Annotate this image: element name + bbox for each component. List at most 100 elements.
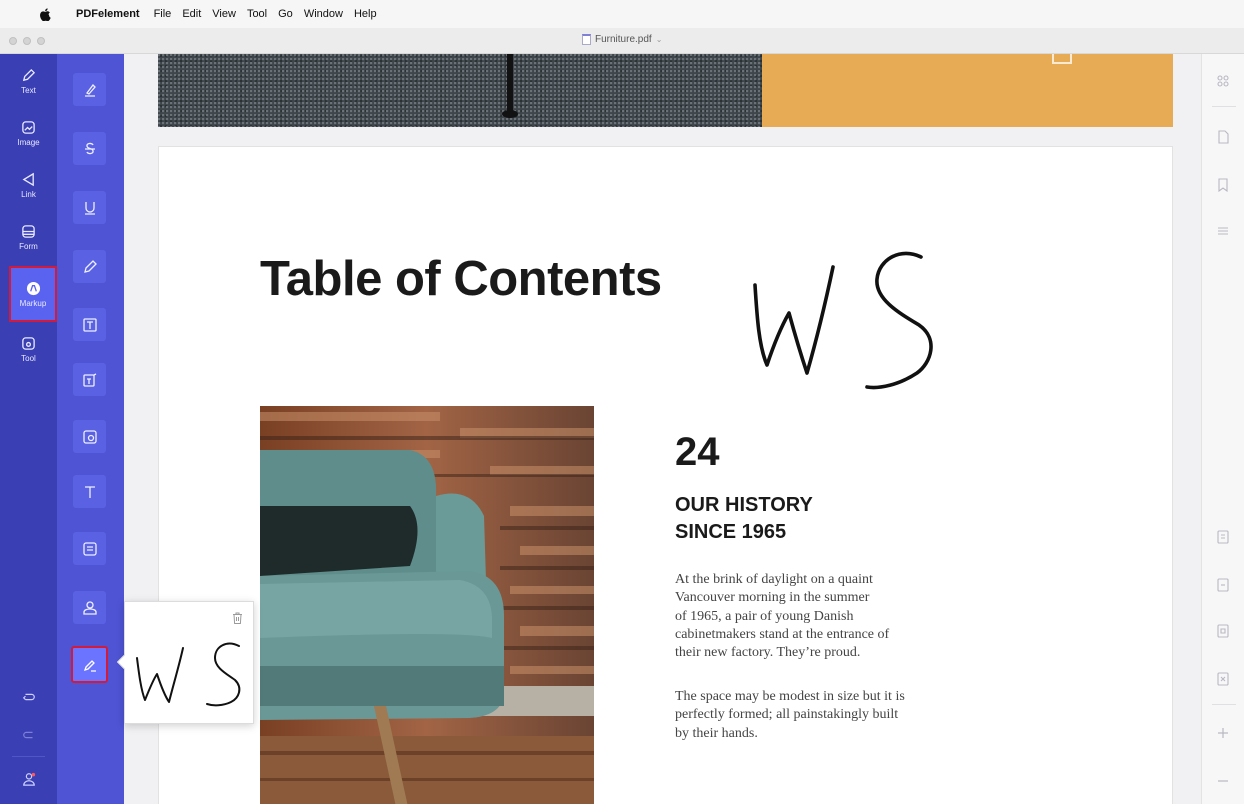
image-icon: [22, 120, 35, 134]
menu-help[interactable]: Help: [354, 8, 377, 20]
right-sidebar-divider: [1212, 704, 1236, 705]
signature-icon: [83, 659, 96, 672]
highlight-icon: [84, 83, 96, 97]
note-tool-button[interactable]: [73, 420, 106, 453]
menu-edit[interactable]: Edit: [182, 8, 201, 20]
account-button[interactable]: [0, 772, 57, 786]
typewriter-icon: [84, 485, 95, 498]
text-line: cabinetmakers stand at the entrance of: [675, 626, 890, 642]
strikethrough-tool-button[interactable]: [73, 132, 106, 165]
stamp-icon: [82, 541, 97, 556]
markup-icon: [26, 281, 40, 295]
stamp-user-tool-button[interactable]: [73, 591, 106, 624]
menu-view[interactable]: View: [212, 8, 236, 20]
text-line: their new factory. They’re proud.: [675, 645, 861, 661]
document-viewer[interactable]: Table of Contents 24 OUR HISTORY SINCE 1…: [124, 54, 1201, 804]
thumbnails-icon[interactable]: [1216, 74, 1230, 88]
sidebar-item-markup[interactable]: Markup: [9, 266, 57, 322]
text-line: by their hands.: [675, 725, 758, 741]
document-title-label: Furniture.pdf: [595, 34, 652, 45]
bookmark-icon[interactable]: [1216, 178, 1230, 192]
carpet-photo: [158, 54, 762, 127]
text-line: The space may be modest in size but it i…: [675, 689, 905, 704]
page-crop-icon[interactable]: [1216, 672, 1230, 686]
list-icon[interactable]: [1216, 224, 1230, 238]
markup-toolbar: [57, 54, 124, 804]
page-title: Table of Contents: [260, 252, 662, 306]
heading-line: OUR HISTORY: [675, 494, 813, 516]
saved-signature[interactable]: [131, 634, 251, 719]
page-insert-icon[interactable]: [1216, 578, 1230, 592]
pencil-tool-button[interactable]: [73, 250, 106, 283]
chevron-down-icon: ⌄: [655, 35, 663, 44]
note-icon: [82, 429, 97, 444]
apple-menu-icon[interactable]: [40, 7, 56, 21]
underline-icon: [84, 201, 95, 215]
sidebar-item-form[interactable]: Form: [0, 212, 57, 262]
sidebar-divider: [12, 756, 45, 757]
document-title[interactable]: Furniture.pdf ⌄: [582, 34, 662, 45]
user-icon: [22, 772, 35, 786]
sidebar-item-text[interactable]: Text: [0, 56, 57, 106]
signature-tool-button[interactable]: [71, 646, 108, 683]
typewriter-tool-button[interactable]: [73, 475, 106, 508]
sidebar-item-label: Link: [21, 189, 36, 199]
orange-panel: [762, 54, 1173, 127]
redo-button[interactable]: [0, 728, 57, 742]
menu-go[interactable]: Go: [278, 8, 293, 20]
zoom-in-icon[interactable]: [1216, 726, 1230, 740]
body-paragraph: At the brink of daylight on a quaint Van…: [675, 571, 955, 662]
text-line: perfectly formed; all painstakingly buil…: [675, 707, 899, 723]
page-extract-icon[interactable]: [1216, 530, 1230, 544]
textbox-icon: [82, 317, 97, 332]
pencil-icon: [22, 68, 36, 81]
app-window: PDFelement File Edit View Tool Go Window…: [0, 0, 1244, 804]
underline-tool-button[interactable]: [73, 191, 106, 224]
sofa-photo: [260, 406, 594, 804]
page-replace-icon[interactable]: [1216, 624, 1230, 638]
signature-annotation[interactable]: [749, 247, 1009, 412]
sidebar-item-label: Form: [19, 241, 38, 251]
title-bar: Furniture.pdf ⌄: [0, 28, 1244, 54]
pdf-file-icon: [582, 34, 591, 45]
callout-icon: [82, 372, 96, 387]
strikethrough-icon: [84, 142, 95, 154]
form-icon: [22, 224, 35, 238]
highlight-tool-button[interactable]: [73, 73, 106, 106]
textbox-tool-button[interactable]: [73, 308, 106, 341]
tool-icon: [22, 336, 35, 350]
pencil-icon: [83, 259, 97, 273]
minimize-window-button[interactable]: [23, 37, 31, 45]
chair-leg: [507, 54, 513, 116]
undo-button[interactable]: [0, 690, 57, 704]
zoom-out-icon[interactable]: [1216, 774, 1230, 788]
sidebar-item-label: Text: [21, 85, 36, 95]
chair-foot: [502, 110, 518, 118]
menu-file[interactable]: File: [154, 8, 172, 20]
sidebar-item-image[interactable]: Image: [0, 108, 57, 158]
sidebar-item-tool[interactable]: Tool: [0, 324, 57, 374]
close-window-button[interactable]: [9, 37, 17, 45]
section-number: 24: [675, 430, 720, 474]
text-line: At the brink of daylight on a quaint: [675, 572, 873, 587]
section-heading: OUR HISTORY SINCE 1965: [675, 492, 813, 546]
page-icon[interactable]: [1216, 130, 1230, 144]
menu-tool[interactable]: Tool: [247, 8, 267, 20]
sidebar-item-label: Image: [17, 137, 40, 147]
right-sidebar-divider: [1212, 106, 1236, 107]
redo-icon: [22, 731, 32, 739]
trash-icon[interactable]: [232, 612, 243, 624]
sidebar-item-link[interactable]: Link: [0, 160, 57, 210]
menu-bar: PDFelement File Edit View Tool Go Window…: [0, 0, 1244, 28]
callout-tool-button[interactable]: [73, 363, 106, 396]
pdf-page[interactable]: Table of Contents 24 OUR HISTORY SINCE 1…: [158, 146, 1173, 804]
window-controls: [9, 37, 45, 45]
signature-popup: [116, 601, 254, 724]
link-icon: [22, 172, 34, 186]
stamp-tool-button[interactable]: [73, 532, 106, 565]
sidebar-item-label: Markup: [19, 298, 47, 308]
menu-app-name[interactable]: PDFelement: [76, 8, 140, 20]
menu-window[interactable]: Window: [304, 8, 343, 20]
text-line: Vancouver morning in the summer: [675, 590, 870, 606]
zoom-window-button[interactable]: [37, 37, 45, 45]
